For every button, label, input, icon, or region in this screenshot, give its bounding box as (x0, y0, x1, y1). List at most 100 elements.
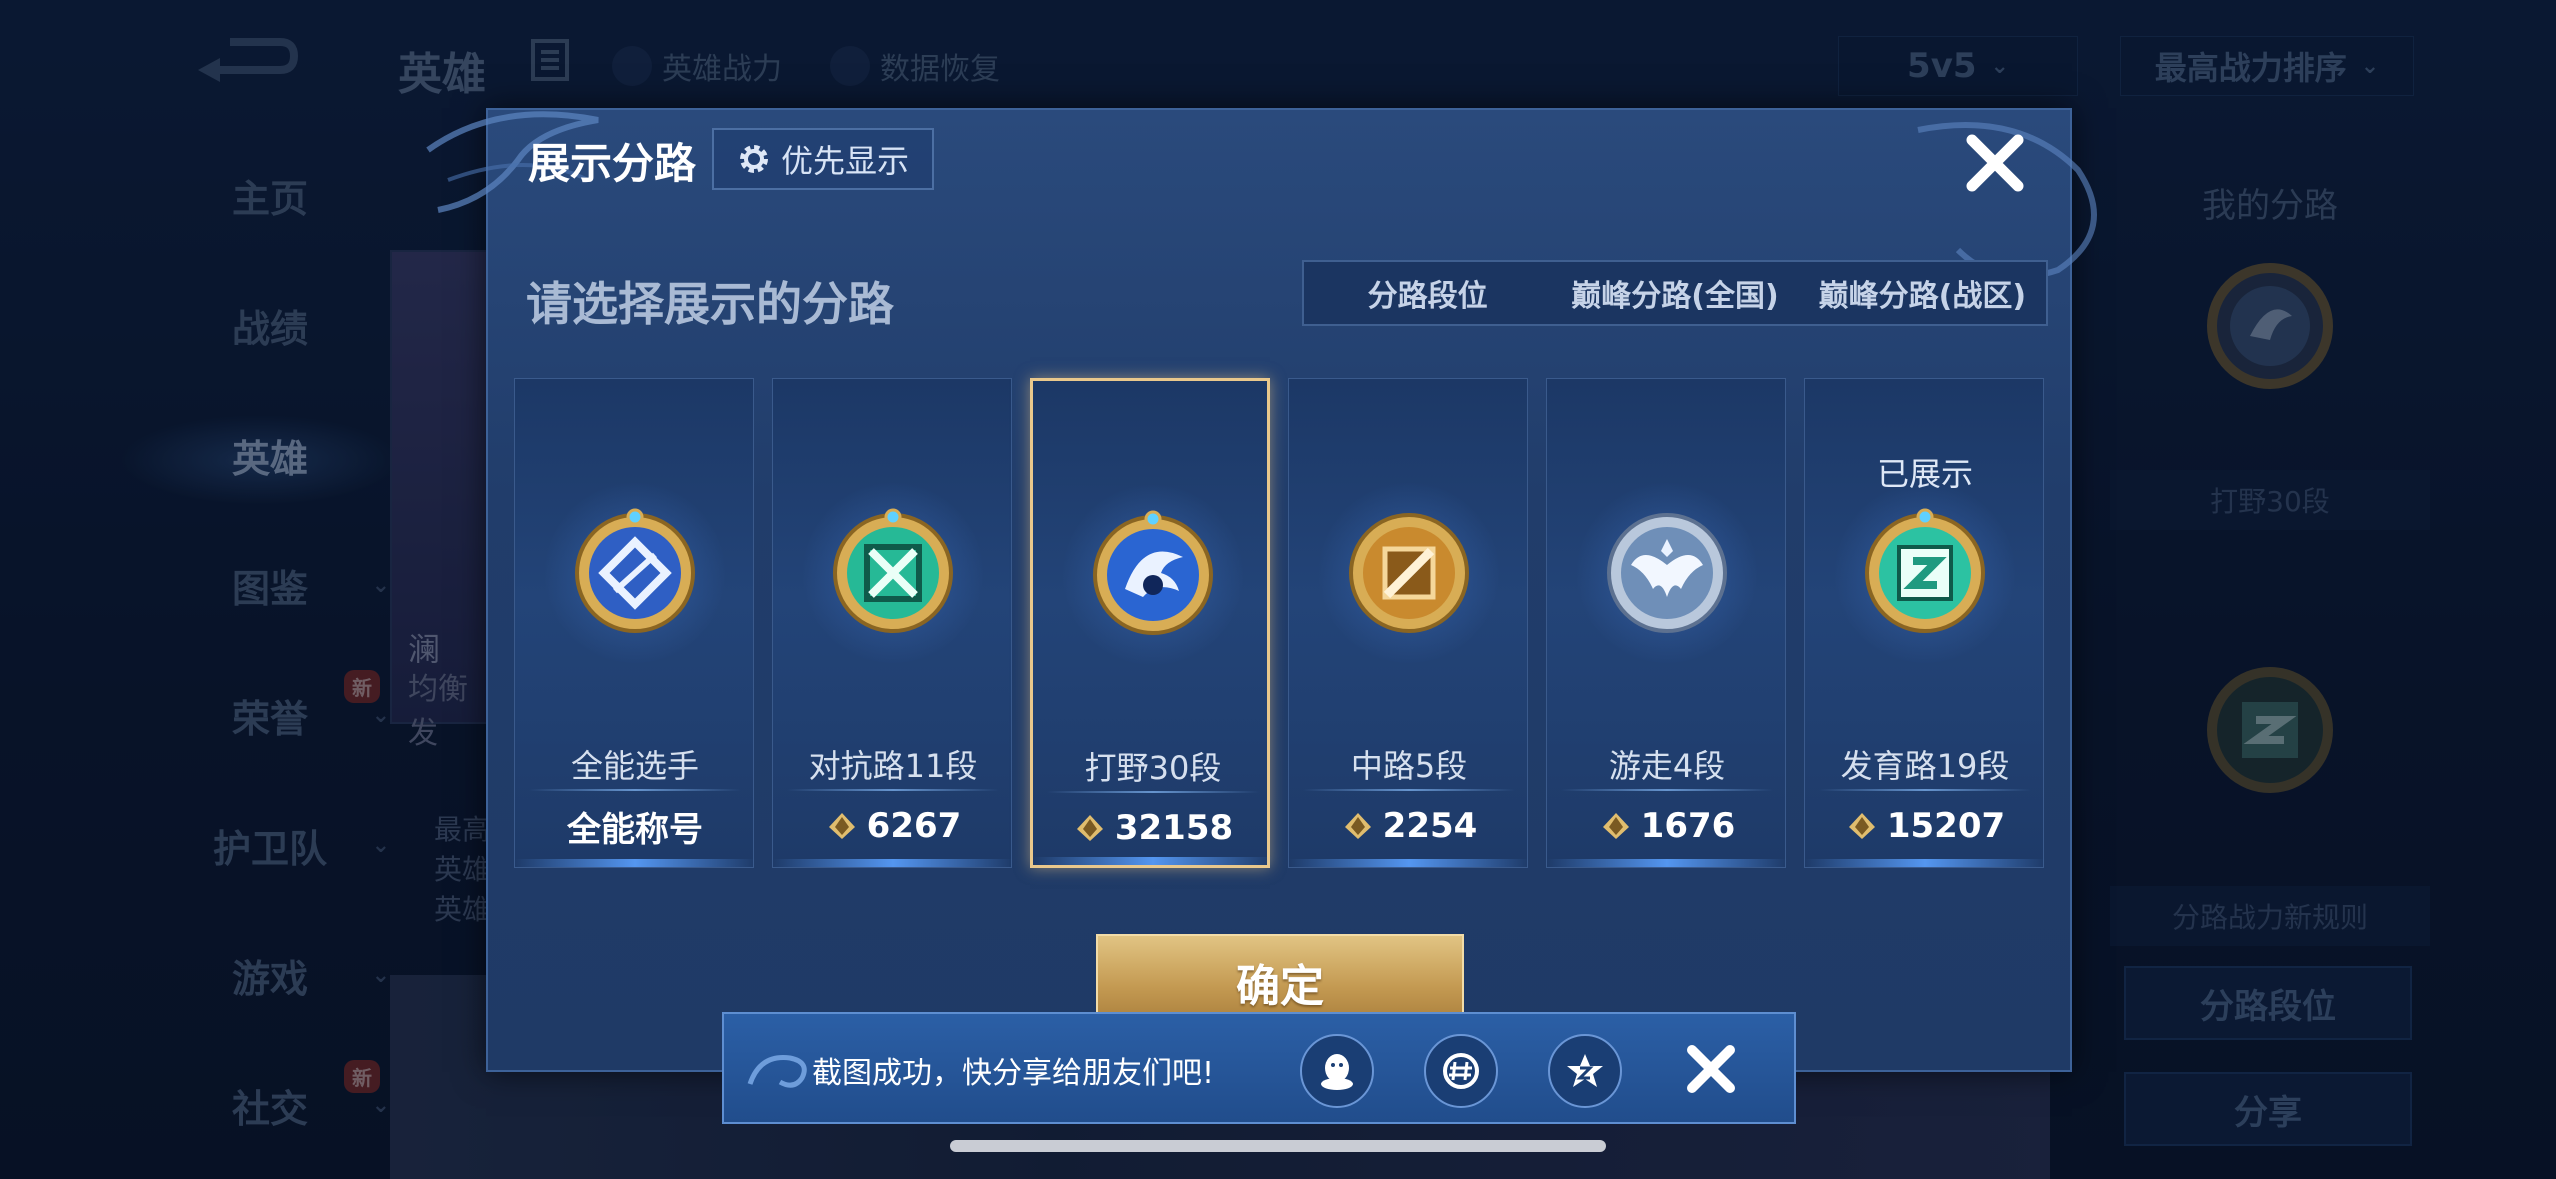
tab-lane-rank[interactable]: 分路段位 (1304, 262, 1551, 324)
lane-value-text: 2254 (1382, 806, 1478, 846)
sidebar-item-guard[interactable]: 护卫队 ⌄ (150, 800, 390, 890)
lane-card-allround[interactable]: 全能选手 全能称号 (514, 378, 755, 868)
divider (1303, 789, 1515, 791)
my-lanes-title: 我的分路 (2202, 186, 2338, 226)
chevron-down-icon: ⌄ (371, 832, 390, 858)
card-glow (1289, 859, 1529, 867)
tab-peak-region[interactable]: 巅峰分路(战区) (1799, 262, 2046, 324)
screenshot-share-toast: 截图成功，快分享给朋友们吧! (722, 1012, 1796, 1124)
chevron-down-icon: ⌄ (371, 962, 390, 988)
back-button[interactable] (190, 30, 300, 90)
lane-value: 2254 (1289, 801, 1529, 851)
back-arrow-icon (198, 38, 299, 82)
sidebar-item-heroes[interactable]: 英雄 (150, 410, 390, 500)
divider (1561, 789, 1773, 791)
sidebar-item-home[interactable]: 主页 (150, 150, 390, 240)
lane-value: 1676 (1547, 801, 1787, 851)
divider (787, 789, 999, 791)
card-glow (1033, 857, 1273, 865)
power-icon (1076, 815, 1103, 841)
qzone-icon (1567, 1054, 1603, 1087)
lane-position-button[interactable]: 分路段位 (2124, 966, 2412, 1040)
hero-card[interactable]: 澜 均衡发 (390, 250, 494, 751)
hero-power-link[interactable]: 英雄战力 (612, 44, 782, 88)
lane-value: 全能称号 (515, 801, 755, 851)
toast-close-button[interactable] (1676, 1034, 1746, 1104)
lane-card-farm[interactable]: 已展示 发育路19段 15207 (1804, 378, 2045, 868)
lane-value-text: 6267 (866, 806, 962, 846)
priority-display-button[interactable]: 优先显示 (712, 128, 934, 190)
page-title: 英雄 (398, 49, 486, 100)
new-badge: 新 (344, 670, 380, 703)
lane-rule-link[interactable]: 分路战力新规则 (2110, 886, 2430, 946)
lane-value-text: 32158 (1114, 808, 1234, 848)
mode-select-value: 5v5 (1907, 46, 1977, 86)
priority-display-label: 优先显示 (780, 142, 909, 180)
lane-name: 发育路19段 (1840, 747, 2010, 785)
modal-subtitle: 请选择展示的分路 (526, 277, 894, 331)
share-button[interactable]: 分享 (2124, 1072, 2412, 1146)
sidebar-item-honor[interactable]: 荣誉新 ⌄ (150, 670, 390, 760)
lane-name: 打野30段 (1084, 749, 1222, 787)
card-glow (773, 859, 1013, 867)
power-icon (828, 813, 855, 839)
lane-value-text: 全能称号 (567, 809, 703, 850)
chevron-down-icon: ⌄ (371, 702, 390, 728)
hero-power-icon (612, 46, 652, 86)
data-restore-link[interactable]: 数据恢复 (830, 44, 1000, 88)
lane-card-clash[interactable]: 对抗路11段 6267 (772, 378, 1013, 868)
chevron-down-icon: ⌄ (1990, 53, 2009, 79)
moments-icon (1443, 1053, 1479, 1089)
chevron-down-icon: ⌄ (371, 572, 390, 598)
lane-card-mid[interactable]: 中路5段 2254 (1288, 378, 1529, 868)
sort-select-value: 最高战力排序 (2154, 49, 2347, 87)
card-glow (515, 859, 755, 867)
allround-emblem-icon (575, 508, 695, 633)
list-icon[interactable] (530, 38, 570, 82)
lane-display-modal: 展示分路 优先显示 请选择展示的分路 分路段位 巅峰分路(全国) 巅峰分路(战区… (426, 108, 2097, 1072)
home-indicator[interactable] (950, 1140, 1606, 1152)
farm-lane-emblem-icon (1865, 508, 1985, 633)
share-qzone-button[interactable] (1548, 1034, 1622, 1108)
gear-icon (739, 145, 768, 173)
lane-card-jungle[interactable]: 打野30段 32158 (1030, 378, 1273, 868)
data-restore-label: 数据恢复 (880, 52, 1000, 87)
jungle-dragon-emblem-icon (1093, 510, 1213, 635)
sidebar-item-games[interactable]: 游戏 ⌄ (150, 930, 390, 1020)
my-lane-label: 打野30段 (2110, 470, 2430, 530)
tab-peak-national[interactable]: 巅峰分路(全国) (1551, 262, 1798, 324)
sidebar-item-collection[interactable]: 图鉴 ⌄ (150, 540, 390, 630)
lane-name: 对抗路11段 (808, 747, 978, 785)
divider (1047, 791, 1259, 793)
chevron-down-icon: ⌄ (371, 1092, 390, 1118)
sidebar-item-records[interactable]: 战绩 (150, 280, 390, 370)
lane-cards: 全能选手 全能称号 对抗路11段 6267 打野30段 32158 中路5段 2… (514, 378, 2045, 870)
lane-value: 6267 (773, 801, 1013, 851)
restore-icon (830, 46, 870, 86)
lane-value: 15207 (1805, 801, 2045, 851)
qq-icon (1321, 1054, 1353, 1090)
card-glow (1805, 859, 2045, 867)
mid-lane-emblem-icon (1349, 513, 1469, 633)
sort-select[interactable]: 最高战力排序 ⌄ (2120, 36, 2414, 96)
share-moments-button[interactable] (1424, 1034, 1498, 1108)
lane-name: 全能选手 (570, 747, 699, 785)
power-icon (1848, 813, 1875, 839)
lane-value: 32158 (1033, 803, 1273, 853)
sidebar-item-social[interactable]: 社交新 ⌄ (150, 1060, 390, 1150)
clash-lane-emblem-icon (833, 508, 953, 633)
lane-value-text: 15207 (1886, 806, 2006, 846)
lane-value-text: 1676 (1640, 806, 1736, 846)
farm-lane-emblem-icon (2207, 667, 2333, 793)
mode-select[interactable]: 5v5 ⌄ (1838, 36, 2078, 96)
lane-card-roam[interactable]: 游走4段 1676 (1546, 378, 1787, 868)
power-icon (1344, 813, 1371, 839)
share-qq-button[interactable] (1300, 1034, 1374, 1108)
hero-power-label: 英雄战力 (662, 52, 782, 87)
lane-tabs: 分路段位 巅峰分路(全国) 巅峰分路(战区) (1302, 260, 2048, 326)
modal-title: 展示分路 (528, 139, 697, 188)
modal-close-button[interactable] (1960, 128, 2030, 198)
jungle-dragon-emblem-icon (2207, 263, 2333, 389)
new-badge: 新 (344, 1060, 380, 1093)
divider (529, 789, 741, 791)
